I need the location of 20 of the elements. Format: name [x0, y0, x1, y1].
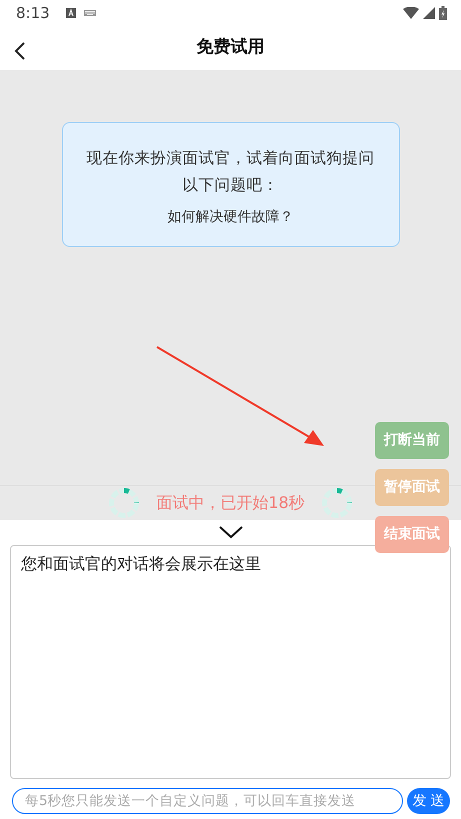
arrow-icon [156, 346, 326, 448]
transcript-box: 您和面试官的对话将会展示在这里 [10, 545, 451, 779]
signal-icon [423, 7, 435, 19]
loading-spinner-icon [108, 487, 140, 519]
page-title: 免费试用 [196, 36, 264, 60]
send-button[interactable]: 发 送 [407, 788, 450, 814]
message-input[interactable]: 每5秒您只能发送一个自定义问题，可以回车直接发送 [12, 788, 403, 814]
question-text: 如何解决硬件故障？ [166, 208, 294, 227]
font-icon [66, 8, 76, 18]
status-time: 8:13 [16, 2, 50, 24]
instruction-text: 现在你来扮演面试官，试着向面试狗提问以下问题吧： [86, 148, 376, 196]
interview-status-text: 面试中，已开始18秒 [156, 492, 305, 514]
battery-icon [439, 6, 447, 20]
action-button[interactable]: 打断当前 [375, 422, 449, 459]
action-button[interactable]: 暂停面试 [375, 469, 449, 506]
wifi-icon [403, 7, 419, 19]
keyboard-icon [84, 10, 96, 16]
loading-spinner-icon [320, 487, 353, 519]
collapse-chevron-icon[interactable] [218, 526, 242, 539]
action-button[interactable]: 结束面试 [375, 516, 449, 553]
